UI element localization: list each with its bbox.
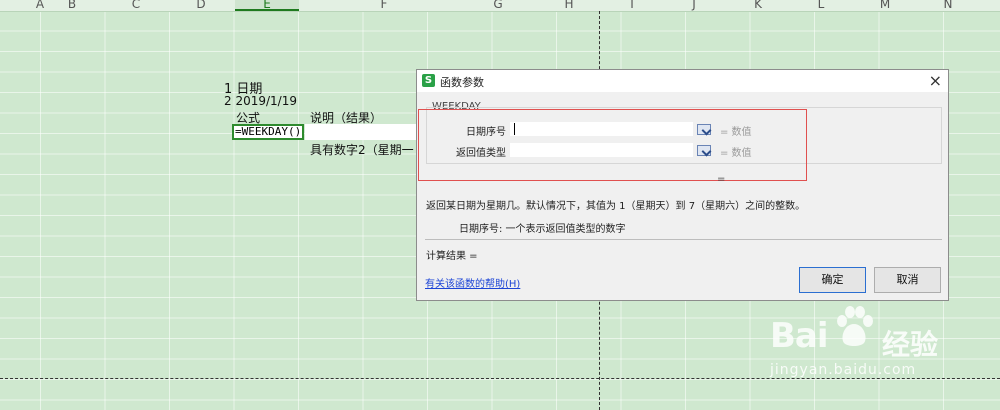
- app-logo-icon: S: [422, 74, 435, 87]
- col-header-i[interactable]: I: [600, 0, 664, 11]
- return-type-input[interactable]: [510, 143, 693, 157]
- col-header-c[interactable]: C: [104, 0, 168, 11]
- watermark-url: jingyan.baidu.com: [770, 362, 917, 378]
- baidu-watermark: Bai 经验 jingyan.baidu.com: [770, 300, 980, 400]
- cell-overflow-text[interactable]: 具有数字2（星期一: [310, 141, 414, 158]
- range-picker-icon[interactable]: [697, 124, 711, 135]
- ok-button[interactable]: 确定: [799, 267, 866, 293]
- cell-date-value[interactable]: 2 2019/1/19: [224, 94, 297, 108]
- col-header-e[interactable]: E: [235, 0, 299, 11]
- active-cell-formula[interactable]: =WEEKDAY(): [232, 124, 304, 140]
- function-result-equals: =: [717, 174, 726, 185]
- param-result-return-type: = 数值: [720, 148, 752, 159]
- function-arguments-dialog: S 函数参数 × WEEKDAY 日期序号 = 数值 返回值类型 = 数值 = …: [416, 69, 949, 301]
- text-caret: [514, 123, 515, 135]
- cancel-button[interactable]: 取消: [874, 267, 941, 293]
- col-header-n[interactable]: N: [916, 0, 980, 11]
- col-header-g[interactable]: G: [466, 0, 530, 11]
- col-header-h[interactable]: H: [537, 0, 601, 11]
- param-label-serial: 日期序号: [466, 127, 506, 138]
- col-header-k[interactable]: K: [726, 0, 790, 11]
- dialog-titlebar[interactable]: S 函数参数 ×: [417, 70, 948, 92]
- dialog-title: 函数参数: [440, 76, 484, 89]
- paw-logo-icon: [837, 306, 873, 346]
- col-header-f[interactable]: F: [352, 0, 416, 11]
- function-help-link[interactable]: 有关该函数的帮助(H): [425, 275, 520, 290]
- range-picker-icon[interactable]: [697, 145, 711, 156]
- column-headers: A B C D E F G H I J K L M N: [0, 0, 1000, 12]
- divider: [425, 239, 942, 240]
- watermark-product: 经验: [882, 328, 939, 361]
- calculation-result: 计算结果 =: [426, 251, 478, 262]
- col-header-b[interactable]: B: [40, 0, 104, 11]
- param-label-return-type: 返回值类型: [456, 148, 506, 159]
- param-result-serial: = 数值: [720, 127, 752, 138]
- watermark-brand: Bai: [770, 316, 829, 356]
- cell-edit-extension: [305, 124, 417, 140]
- col-header-j[interactable]: J: [662, 0, 726, 11]
- function-description: 返回某日期为星期几。默认情况下，其值为 1（星期天）到 7（星期六）之间的整数。: [426, 201, 806, 212]
- col-header-l[interactable]: L: [789, 0, 853, 11]
- serial-number-input[interactable]: [510, 122, 693, 136]
- col-header-m[interactable]: M: [853, 0, 917, 11]
- close-icon[interactable]: ×: [929, 71, 942, 90]
- col-header-d[interactable]: D: [169, 0, 233, 11]
- parameter-description: 日期序号: 一个表示返回值类型的数字: [459, 224, 626, 235]
